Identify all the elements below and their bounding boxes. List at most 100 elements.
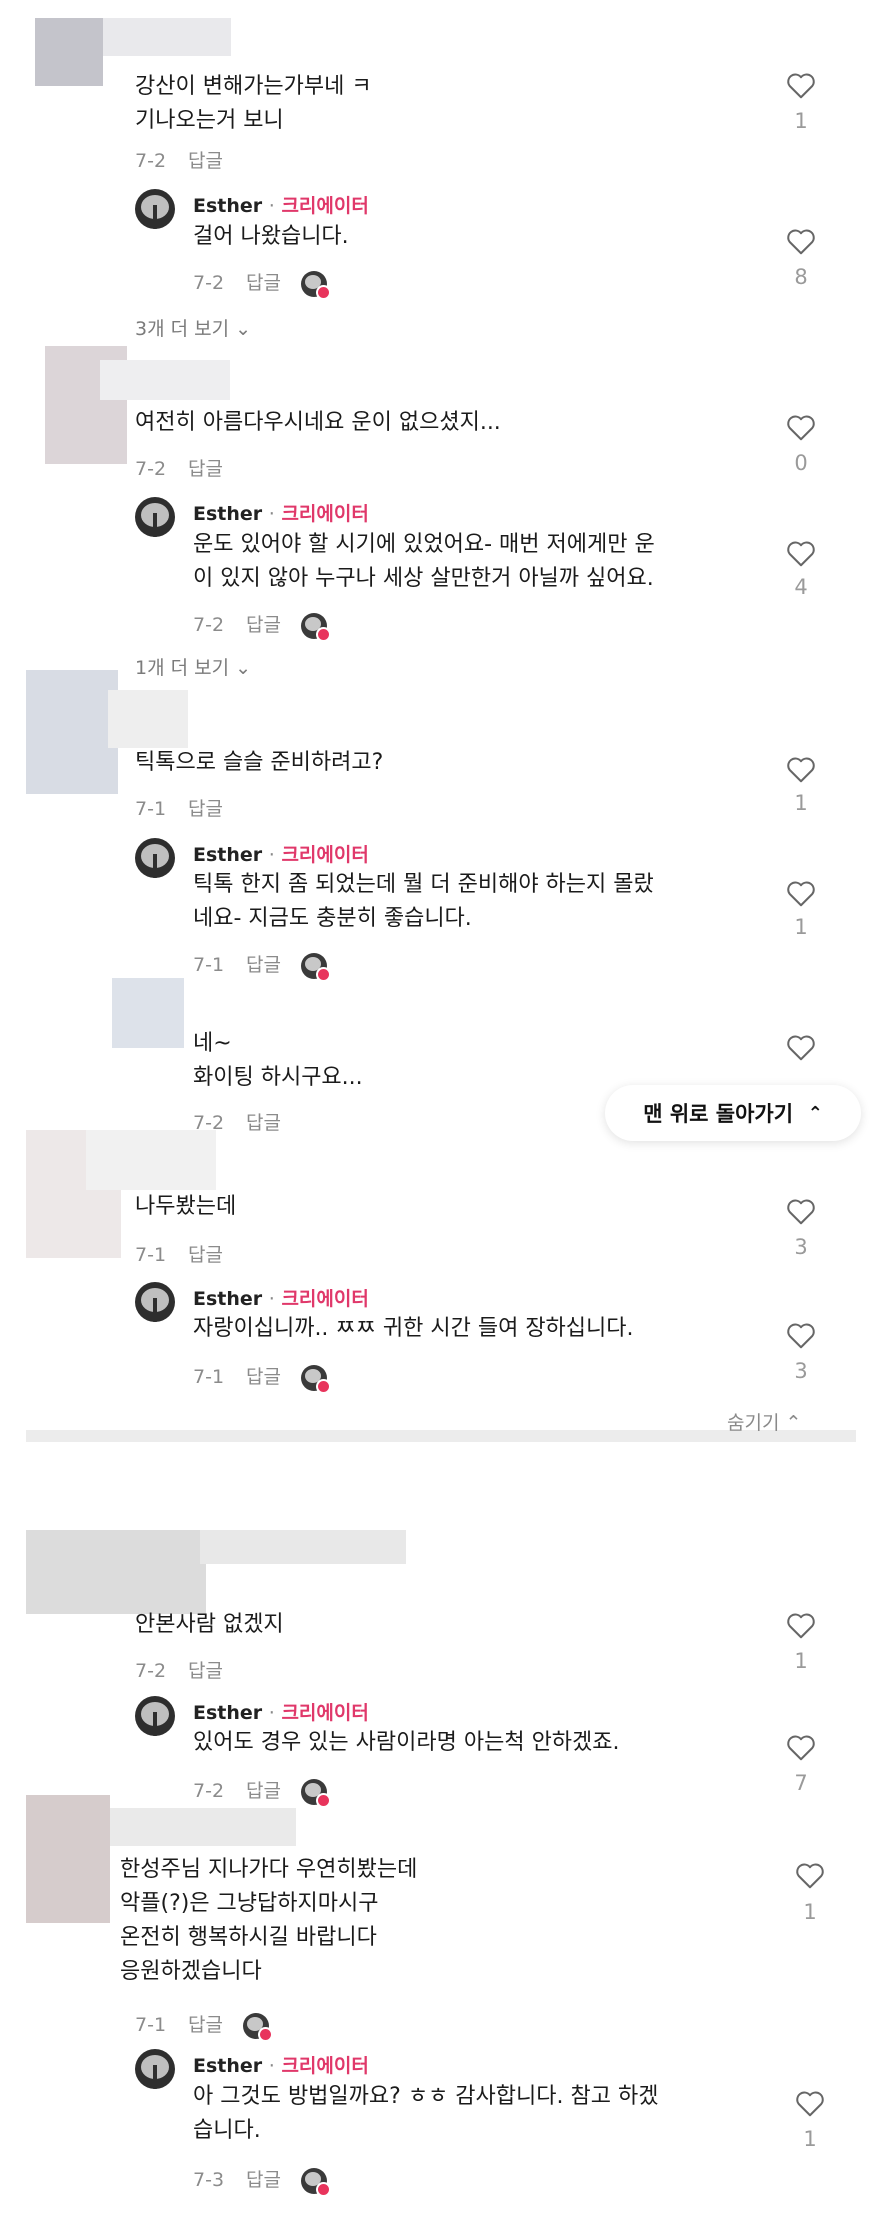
comment-date: 7-2 xyxy=(135,1660,167,1682)
creator-liked-icon xyxy=(301,1364,332,1394)
reply-button[interactable]: 답글 xyxy=(246,614,281,636)
comment-text: 여전히 아름다우시네요 운이 없으셨지... xyxy=(135,410,501,435)
comment-meta: 7-2 답글 xyxy=(135,1656,223,1683)
creator-name[interactable]: Esther · 크리에이터 xyxy=(193,2051,369,2078)
reply-button[interactable]: 답글 xyxy=(188,150,223,172)
heart-outline-icon[interactable] xyxy=(786,1034,816,1062)
comment-meta: 7-2 답글 xyxy=(135,146,223,173)
heart-outline-icon[interactable] xyxy=(786,228,816,256)
reply-button[interactable]: 답글 xyxy=(188,1660,223,1682)
like-count: 3 xyxy=(794,1235,808,1259)
reply-button[interactable]: 답글 xyxy=(188,798,223,820)
back-to-top-button[interactable]: 맨 위로 돌아가기 ⌃ xyxy=(605,1085,861,1141)
heart-outline-icon[interactable] xyxy=(786,540,816,568)
hide-replies-button[interactable]: 숨기기 ⌃ xyxy=(727,1408,801,1435)
reply-meta: 7-1 답글 xyxy=(193,950,332,982)
creator-badge: 크리에이터 xyxy=(281,195,369,217)
reply-text: 자랑이십니까.. ㅉㅉ 귀한 시간 들여 장하십니다. xyxy=(193,1316,634,1341)
reply-button[interactable]: 답글 xyxy=(246,1780,281,1802)
comment-text: 틱톡으로 슬슬 준비하려고? xyxy=(135,750,384,775)
reply-button[interactable]: 답글 xyxy=(246,272,281,294)
reply-button[interactable]: 답글 xyxy=(246,954,281,976)
reply-button[interactable]: 답글 xyxy=(188,458,223,480)
like-count: 1 xyxy=(794,915,808,939)
like-count: 1 xyxy=(794,1649,808,1673)
creator-badge: 크리에이터 xyxy=(281,1288,369,1310)
comment-text: 강산이 변해가는가부네 ㅋ 기나오는거 보니 xyxy=(135,74,372,133)
heart-outline-icon[interactable] xyxy=(786,72,816,100)
heart-outline-icon[interactable] xyxy=(786,1612,816,1640)
comment-text: 한성주님 지나가다 우연히봤는데 악플(?)은 그냥답하지마시구 온전히 행복하… xyxy=(120,1857,418,1984)
reply-date: 7-1 xyxy=(193,954,225,976)
comment-date: 7-1 xyxy=(135,798,167,820)
creator-name[interactable]: Esther · 크리에이터 xyxy=(193,1698,369,1725)
comment-date: 7-1 xyxy=(135,2014,167,2036)
reply-button[interactable]: 답글 xyxy=(246,1366,281,1388)
creator-avatar[interactable] xyxy=(135,2049,175,2089)
reply-button[interactable]: 답글 xyxy=(188,1244,223,1266)
creator-avatar[interactable] xyxy=(135,1282,175,1322)
heart-outline-icon[interactable] xyxy=(786,880,816,908)
reply-date: 7-2 xyxy=(193,272,225,294)
redacted-avatar xyxy=(26,1795,110,1923)
redacted-avatar xyxy=(26,670,118,794)
heart-outline-icon[interactable] xyxy=(786,1734,816,1762)
creator-liked-icon xyxy=(301,2167,332,2197)
sub-reply-date: 7-2 xyxy=(193,1112,225,1134)
comment-meta: 7-1 답글 xyxy=(135,1240,223,1267)
reply-date: 7-2 xyxy=(193,1780,225,1802)
creator-badge: 크리에이터 xyxy=(281,503,369,525)
redacted-username xyxy=(200,1530,406,1564)
like-count: 1 xyxy=(794,791,808,815)
reply-text: 아 그것도 방법일까요? ㅎㅎ 감사합니다. 참고 하겠 습니다. xyxy=(193,2084,659,2143)
creator-liked-icon xyxy=(301,952,332,982)
heart-outline-icon[interactable] xyxy=(786,1322,816,1350)
creator-liked-icon xyxy=(243,2012,274,2042)
heart-outline-icon[interactable] xyxy=(786,1198,816,1226)
creator-avatar[interactable] xyxy=(135,497,175,537)
redacted-avatar xyxy=(112,978,184,1048)
reply-date: 7-2 xyxy=(193,614,225,636)
reply-text: 운도 있어야 할 시기에 있었어요- 매번 저에게만 운 이 있지 않아 누구나… xyxy=(193,532,655,591)
view-more-replies[interactable]: 3개 더 보기 ⌄ xyxy=(135,314,251,341)
sub-reply-meta: 7-2 답글 xyxy=(193,1108,281,1135)
reply-text: 틱톡 한지 좀 되었는데 뭘 더 준비해야 하는지 몰랐 네요- 지금도 충분히… xyxy=(193,872,654,931)
creator-badge: 크리에이터 xyxy=(281,2055,369,2077)
like-count: 3 xyxy=(794,1359,808,1383)
chevron-up-icon: ⌃ xyxy=(785,1412,802,1434)
chevron-down-icon: ⌄ xyxy=(235,657,252,679)
creator-name[interactable]: Esther · 크리에이터 xyxy=(193,840,369,867)
like-count: 7 xyxy=(794,1771,808,1795)
reply-meta: 7-1 답글 xyxy=(193,1362,332,1394)
reply-meta: 7-2 답글 xyxy=(193,1776,332,1808)
like-count: 4 xyxy=(794,575,808,599)
reply-button[interactable]: 답글 xyxy=(246,1112,281,1134)
creator-avatar[interactable] xyxy=(135,1696,175,1736)
redacted-username xyxy=(103,18,231,56)
comment-meta: 7-1 답글 xyxy=(135,2010,274,2042)
redacted-username xyxy=(108,690,188,748)
creator-name[interactable]: Esther · 크리에이터 xyxy=(193,499,369,526)
reply-button[interactable]: 답글 xyxy=(188,2014,223,2036)
creator-liked-icon xyxy=(301,1778,332,1808)
reply-meta: 7-2 답글 xyxy=(193,610,332,642)
creator-name[interactable]: Esther · 크리에이터 xyxy=(193,191,369,218)
view-more-replies[interactable]: 1개 더 보기 ⌄ xyxy=(135,653,251,680)
heart-outline-icon[interactable] xyxy=(786,414,816,442)
reply-button[interactable]: 답글 xyxy=(246,2169,281,2191)
comment-meta: 7-1 답글 xyxy=(135,794,223,821)
redacted-avatar xyxy=(35,18,103,86)
comment-text: 안본사람 없겠지 xyxy=(135,1612,284,1637)
redacted-avatar xyxy=(26,1530,206,1614)
comment-date: 7-2 xyxy=(135,458,167,480)
creator-name[interactable]: Esther · 크리에이터 xyxy=(193,1284,369,1311)
creator-avatar[interactable] xyxy=(135,189,175,229)
reply-meta: 7-3 답글 xyxy=(193,2165,332,2197)
redacted-username xyxy=(86,1130,216,1190)
creator-badge: 크리에이터 xyxy=(281,844,369,866)
heart-outline-icon[interactable] xyxy=(795,1862,825,1890)
heart-outline-icon[interactable] xyxy=(786,756,816,784)
creator-avatar[interactable] xyxy=(135,838,175,878)
heart-outline-icon[interactable] xyxy=(795,2090,825,2118)
creator-badge: 크리에이터 xyxy=(281,1702,369,1724)
